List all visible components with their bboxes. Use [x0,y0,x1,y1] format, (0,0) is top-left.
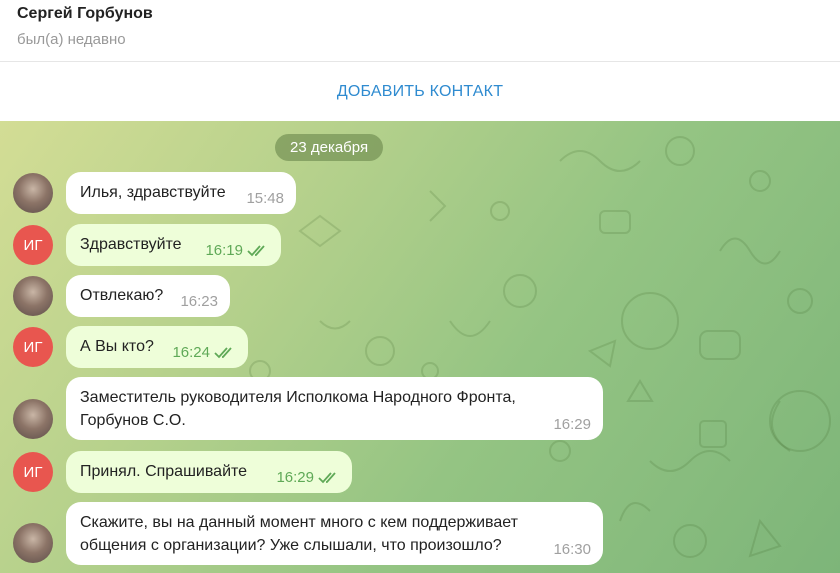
message-bubble-outgoing[interactable]: Здравствуйте 16:19 [66,224,281,266]
chat-area[interactable]: 23 декабря Илья, здравствуйте 15:48 ИГ З… [0,121,840,573]
sender-avatar[interactable] [13,276,53,316]
double-check-icon [214,346,232,358]
sender-avatar[interactable] [13,173,53,213]
user-avatar[interactable]: ИГ [13,452,53,492]
double-check-icon [247,244,265,256]
message-time: 16:19 [205,242,243,259]
message-meta: 15:48 [246,190,284,207]
add-contact-button[interactable]: ДОБАВИТЬ КОНТАКТ [327,77,513,107]
message-time: 15:48 [246,190,284,207]
avatar-initials: ИГ [23,236,43,254]
message-meta: 16:29 [276,469,340,486]
message-time: 16:30 [553,541,591,558]
user-avatar[interactable]: ИГ [13,327,53,367]
user-avatar[interactable]: ИГ [13,225,53,265]
date-divider: 23 декабря [275,134,384,161]
message-text-line: общения с организации? Уже слышали, что … [80,537,502,554]
contact-status: был(а) недавно [17,31,126,48]
message-bubble-outgoing[interactable]: Принял. Спрашивайте 16:29 [66,451,352,493]
message-bubble-outgoing[interactable]: А Вы кто? 16:24 [66,326,248,368]
avatar-initials: ИГ [23,463,43,481]
message-text-line: Заместитель руководителя Исполкома Народ… [80,389,516,406]
message-meta: 16:24 [172,344,236,361]
message-meta: 16:29 [553,416,591,433]
message-time: 16:24 [172,344,210,361]
message-meta: 16:23 [180,293,218,310]
message-text-line: Горбунов С.О. [80,412,186,429]
message-meta: 16:30 [553,541,591,558]
double-check-icon [318,471,336,483]
message-time: 16:29 [276,469,314,486]
message-bubble-incoming[interactable]: Отвлекаю? 16:23 [66,275,230,317]
message-bubble-incoming[interactable]: Заместитель руководителя Исполкома Народ… [66,377,603,440]
add-contact-bar: ДОБАВИТЬ КОНТАКТ [0,62,840,121]
message-time: 16:23 [180,293,218,310]
message-text-line: Скажите, вы на данный момент много с кем… [80,514,518,531]
message-bubble-incoming[interactable]: Илья, здравствуйте 15:48 [66,172,296,214]
message-meta: 16:19 [205,242,269,259]
message-bubble-incoming[interactable]: Скажите, вы на данный момент много с кем… [66,502,603,565]
message-time: 16:29 [553,416,591,433]
contact-name[interactable]: Сергей Горбунов [17,5,153,23]
chat-header: Сергей Горбунов был(а) недавно [0,0,840,62]
avatar-initials: ИГ [23,338,43,356]
sender-avatar[interactable] [13,399,53,439]
sender-avatar[interactable] [13,523,53,563]
